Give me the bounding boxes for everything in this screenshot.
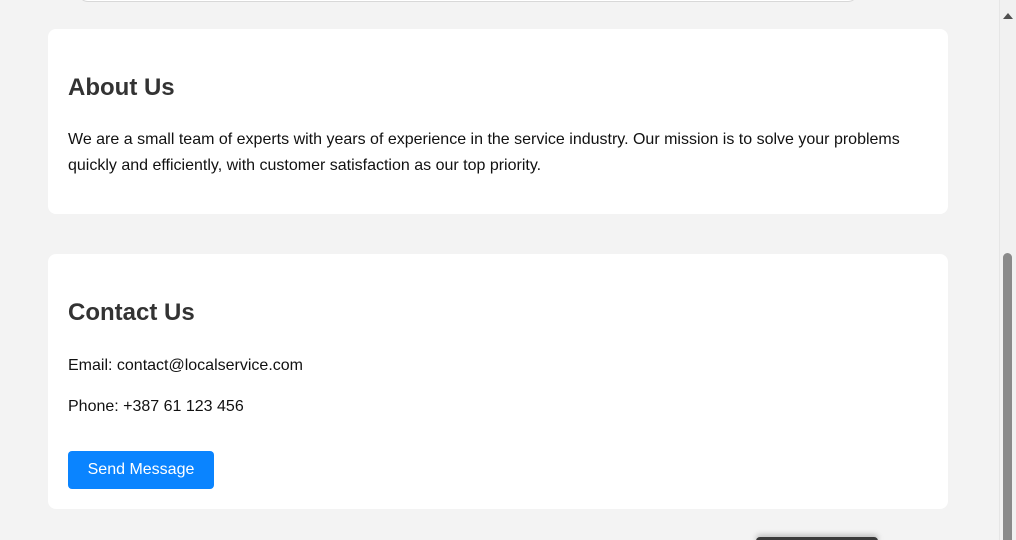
about-title: About Us: [68, 74, 175, 101]
contact-section: Contact Us Email: contact@localservice.c…: [48, 254, 948, 509]
contact-phone: Phone: +387 61 123 456: [68, 398, 244, 415]
scroll-up-arrow-icon[interactable]: [1003, 13, 1013, 19]
page-viewport: About Us We are a small team of experts …: [0, 0, 1016, 540]
send-message-button[interactable]: Send Message: [68, 451, 214, 489]
about-section: About Us We are a small team of experts …: [48, 29, 948, 214]
contact-title: Contact Us: [68, 299, 195, 326]
contact-email: Email: contact@localservice.com: [68, 357, 303, 374]
about-text: We are a small team of experts with year…: [68, 131, 900, 174]
search-input[interactable]: [78, 0, 858, 2]
scrollbar-thumb[interactable]: [1003, 253, 1012, 540]
vertical-scrollbar[interactable]: [999, 0, 1016, 540]
